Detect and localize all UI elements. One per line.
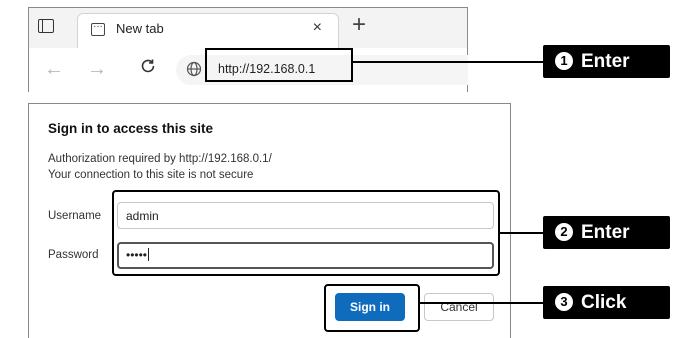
step-number-1: 1 [555,52,573,70]
sign-in-highlight-box [324,284,420,332]
callout-text-1: Enter [581,51,630,72]
new-tab-page-icon [91,19,105,36]
screenshot-stage: New tab × + ← → [0,0,690,338]
tab-actions-icon[interactable] [38,19,54,33]
callout-step-3: 3 Click [543,286,670,319]
cancel-button[interactable]: Cancel [424,293,494,321]
tab-title: New tab [116,21,164,36]
connector-line-1 [353,61,543,63]
callout-step-1: 1 Enter [543,45,670,78]
connector-line-3 [420,302,543,304]
tab-new-tab[interactable]: New tab × [77,13,339,48]
new-tab-button[interactable]: + [352,11,366,39]
step-number-3: 3 [555,293,573,311]
authorization-text: Authorization required by http://192.168… [48,153,272,165]
credentials-highlight-box [112,190,500,276]
dialog-title: Sign in to access this site [48,121,214,136]
globe-icon [186,61,202,82]
step-number-2: 2 [555,223,573,241]
callout-step-2: 2 Enter [543,216,670,249]
tab-strip: New tab × + [29,8,467,48]
callout-text-2: Enter [581,222,630,243]
connector-line-2 [500,232,543,234]
back-icon[interactable]: ← [44,58,64,81]
url-highlight-box [205,48,353,82]
forward-icon[interactable]: → [87,58,107,81]
username-label: Username [48,210,102,222]
refresh-arrow-icon [141,59,155,73]
security-warning-text: Your connection to this site is not secu… [48,169,254,181]
refresh-icon[interactable] [139,57,157,81]
password-label: Password [48,249,99,261]
close-tab-icon[interactable]: × [313,19,322,37]
callout-text-3: Click [581,292,627,313]
